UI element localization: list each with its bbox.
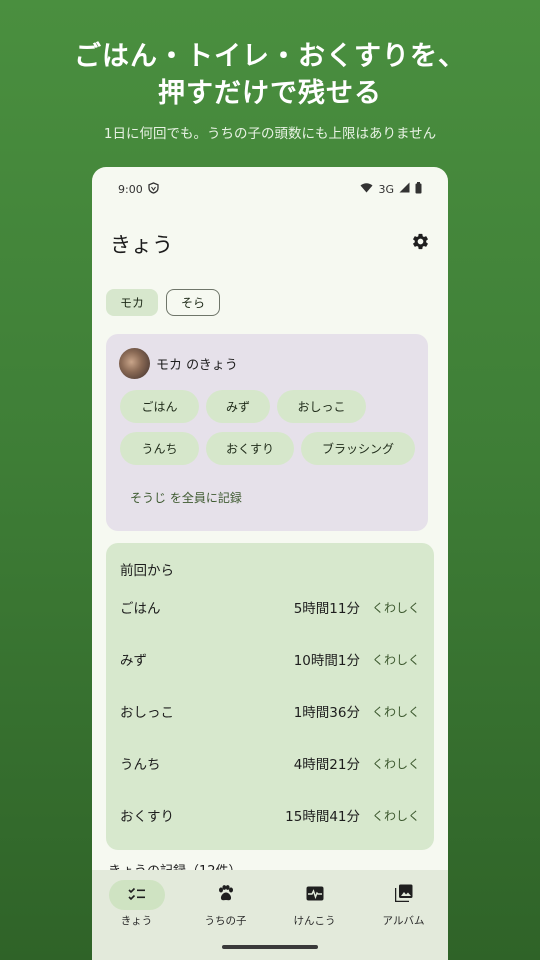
avatar [119, 348, 150, 379]
log-pee-button[interactable]: おしっこ [277, 390, 366, 423]
list-item: うんち 4時間21分 くわしく [120, 753, 420, 774]
nav-today[interactable]: きょう [92, 870, 181, 960]
log-brushing-button[interactable]: ブラッシング [301, 432, 415, 465]
since-row-elapsed: 10時間1分 [293, 653, 360, 669]
pet-chip-moka[interactable]: モカ [106, 289, 159, 316]
nav-label: きょう [120, 915, 153, 927]
home-indicator[interactable] [222, 945, 318, 949]
log-water-button[interactable]: みず [206, 390, 270, 423]
signal-icon [399, 182, 410, 196]
monitor-heart-icon [306, 886, 324, 905]
log-poop-button[interactable]: うんち [120, 432, 199, 465]
pet-chip-sora[interactable]: そら [166, 289, 221, 316]
since-card-title: 前回から [120, 563, 174, 579]
pet-card-heading: モカ のきょう [156, 358, 238, 373]
promo-title-line2: 押すだけで残せる [158, 78, 382, 109]
nav-label: うちの子 [204, 915, 247, 927]
phone-screen: 9:00 3G きょう モカ そら モカ のきょう ごはん みず おしっこ うん… [92, 167, 448, 960]
list-item: おしっこ 1時間36分 くわしく [120, 701, 420, 722]
list-item: ごはん 5時間11分 くわしく [120, 597, 420, 618]
promo-title-line1: ごはん・トイレ・おくすりを、 [74, 41, 466, 72]
log-cleaning-all-link[interactable]: そうじ を全員に記録 [130, 489, 242, 506]
promo-headline: ごはん・トイレ・おくすりを、 押すだけで残せる [0, 38, 540, 112]
nav-label: けんこう [293, 915, 336, 927]
log-medicine-button[interactable]: おくすり [206, 432, 294, 465]
since-row-elapsed: 15時間41分 [285, 809, 360, 825]
since-row-elapsed: 4時間21分 [293, 757, 360, 773]
gear-icon [411, 232, 430, 255]
pet-selector: モカ そら [106, 289, 221, 316]
details-link[interactable]: くわしく [372, 755, 420, 772]
nav-album[interactable]: アルバム [359, 870, 448, 960]
details-link[interactable]: くわしく [372, 651, 420, 668]
checklist-icon [127, 886, 146, 905]
nav-label: アルバム [382, 915, 425, 927]
page-title: きょう [110, 233, 173, 257]
since-row-label: うんち [120, 757, 161, 773]
details-link[interactable]: くわしく [372, 599, 420, 616]
paw-icon [217, 884, 235, 906]
since-last-card: 前回から ごはん 5時間11分 くわしく みず 10時間1分 くわしく おしっこ… [106, 543, 434, 850]
network-type: 3G [378, 182, 394, 196]
photo-album-icon [394, 884, 413, 906]
promo-subtitle: 1日に何回でも。うちの子の頭数にも上限はありません [103, 126, 437, 142]
wifi-icon [360, 182, 373, 196]
details-link[interactable]: くわしく [372, 807, 420, 824]
since-row-elapsed: 5時間11分 [293, 601, 360, 617]
since-row-elapsed: 1時間36分 [293, 705, 360, 721]
settings-button[interactable] [410, 233, 430, 253]
since-row-label: おしっこ [120, 705, 174, 721]
vpn-shield-icon [148, 181, 159, 197]
pet-today-card: モカ のきょう ごはん みず おしっこ うんち おくすり ブラッシング そうじ … [106, 334, 428, 531]
list-item: みず 10時間1分 くわしく [120, 649, 420, 670]
list-item: おくすり 15時間41分 くわしく [120, 805, 420, 826]
status-time: 9:00 [118, 182, 143, 196]
log-food-button[interactable]: ごはん [120, 390, 199, 423]
details-link[interactable]: くわしく [372, 703, 420, 720]
since-row-label: おくすり [120, 809, 174, 825]
battery-icon [415, 181, 422, 197]
since-row-label: みず [120, 653, 147, 669]
status-bar: 9:00 3G [92, 167, 448, 211]
since-row-label: ごはん [120, 601, 161, 617]
